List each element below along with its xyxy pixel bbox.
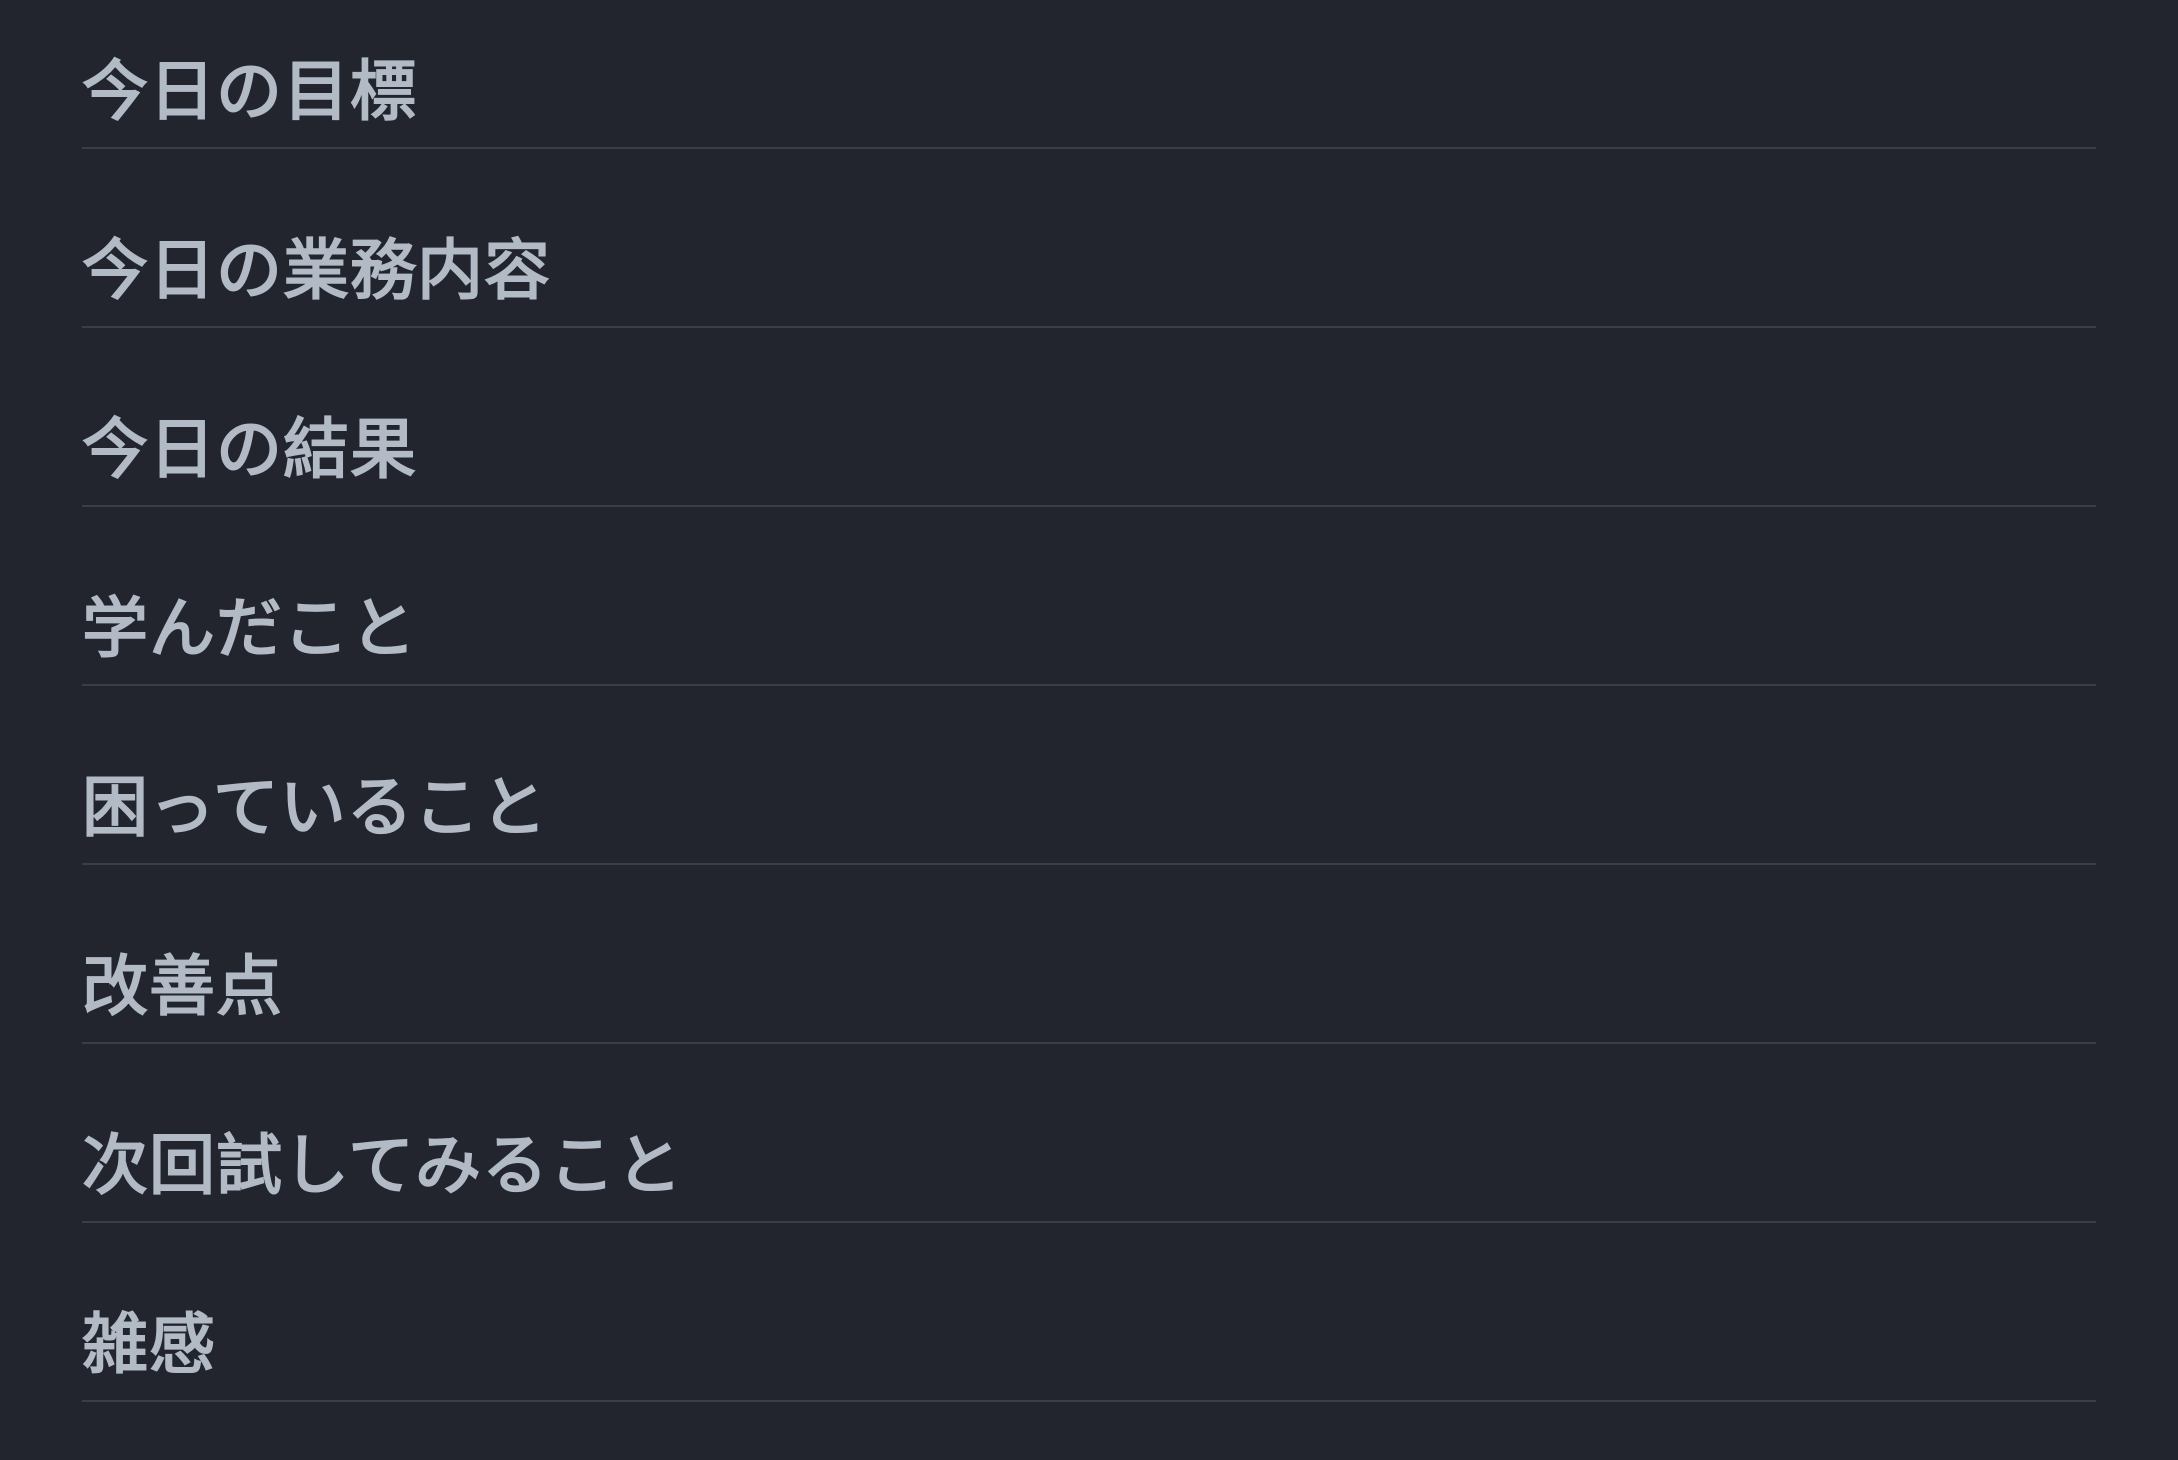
heading-improvements[interactable]: 改善点 [82, 865, 2096, 1044]
heading-text: 学んだこと [82, 590, 417, 667]
heading-next-try[interactable]: 次回試してみること [82, 1044, 2096, 1223]
heading-impressions[interactable]: 雑感 [82, 1223, 2096, 1402]
heading-text: 今日の結果 [82, 411, 417, 488]
heading-text: 困っていること [82, 769, 548, 846]
heading-problems[interactable]: 困っていること [82, 686, 2096, 865]
heading-text: 次回試してみること [82, 1127, 684, 1204]
heading-text: 雑感 [82, 1306, 216, 1383]
heading-text: 改善点 [82, 948, 283, 1025]
heading-todays-result[interactable]: 今日の結果 [82, 328, 2096, 507]
heading-text: 今日の目標 [82, 53, 417, 130]
heading-text: 今日の業務内容 [82, 232, 551, 309]
document-body: 今日の目標 今日の業務内容 今日の結果 学んだこと 困っていること 改善点 次回… [0, 0, 2178, 1460]
section-heading-list: 今日の目標 今日の業務内容 今日の結果 学んだこと 困っていること 改善点 次回… [82, 0, 2096, 1402]
heading-learned[interactable]: 学んだこと [82, 507, 2096, 686]
heading-todays-goal[interactable]: 今日の目標 [82, 0, 2096, 149]
heading-todays-work[interactable]: 今日の業務内容 [82, 149, 2096, 328]
